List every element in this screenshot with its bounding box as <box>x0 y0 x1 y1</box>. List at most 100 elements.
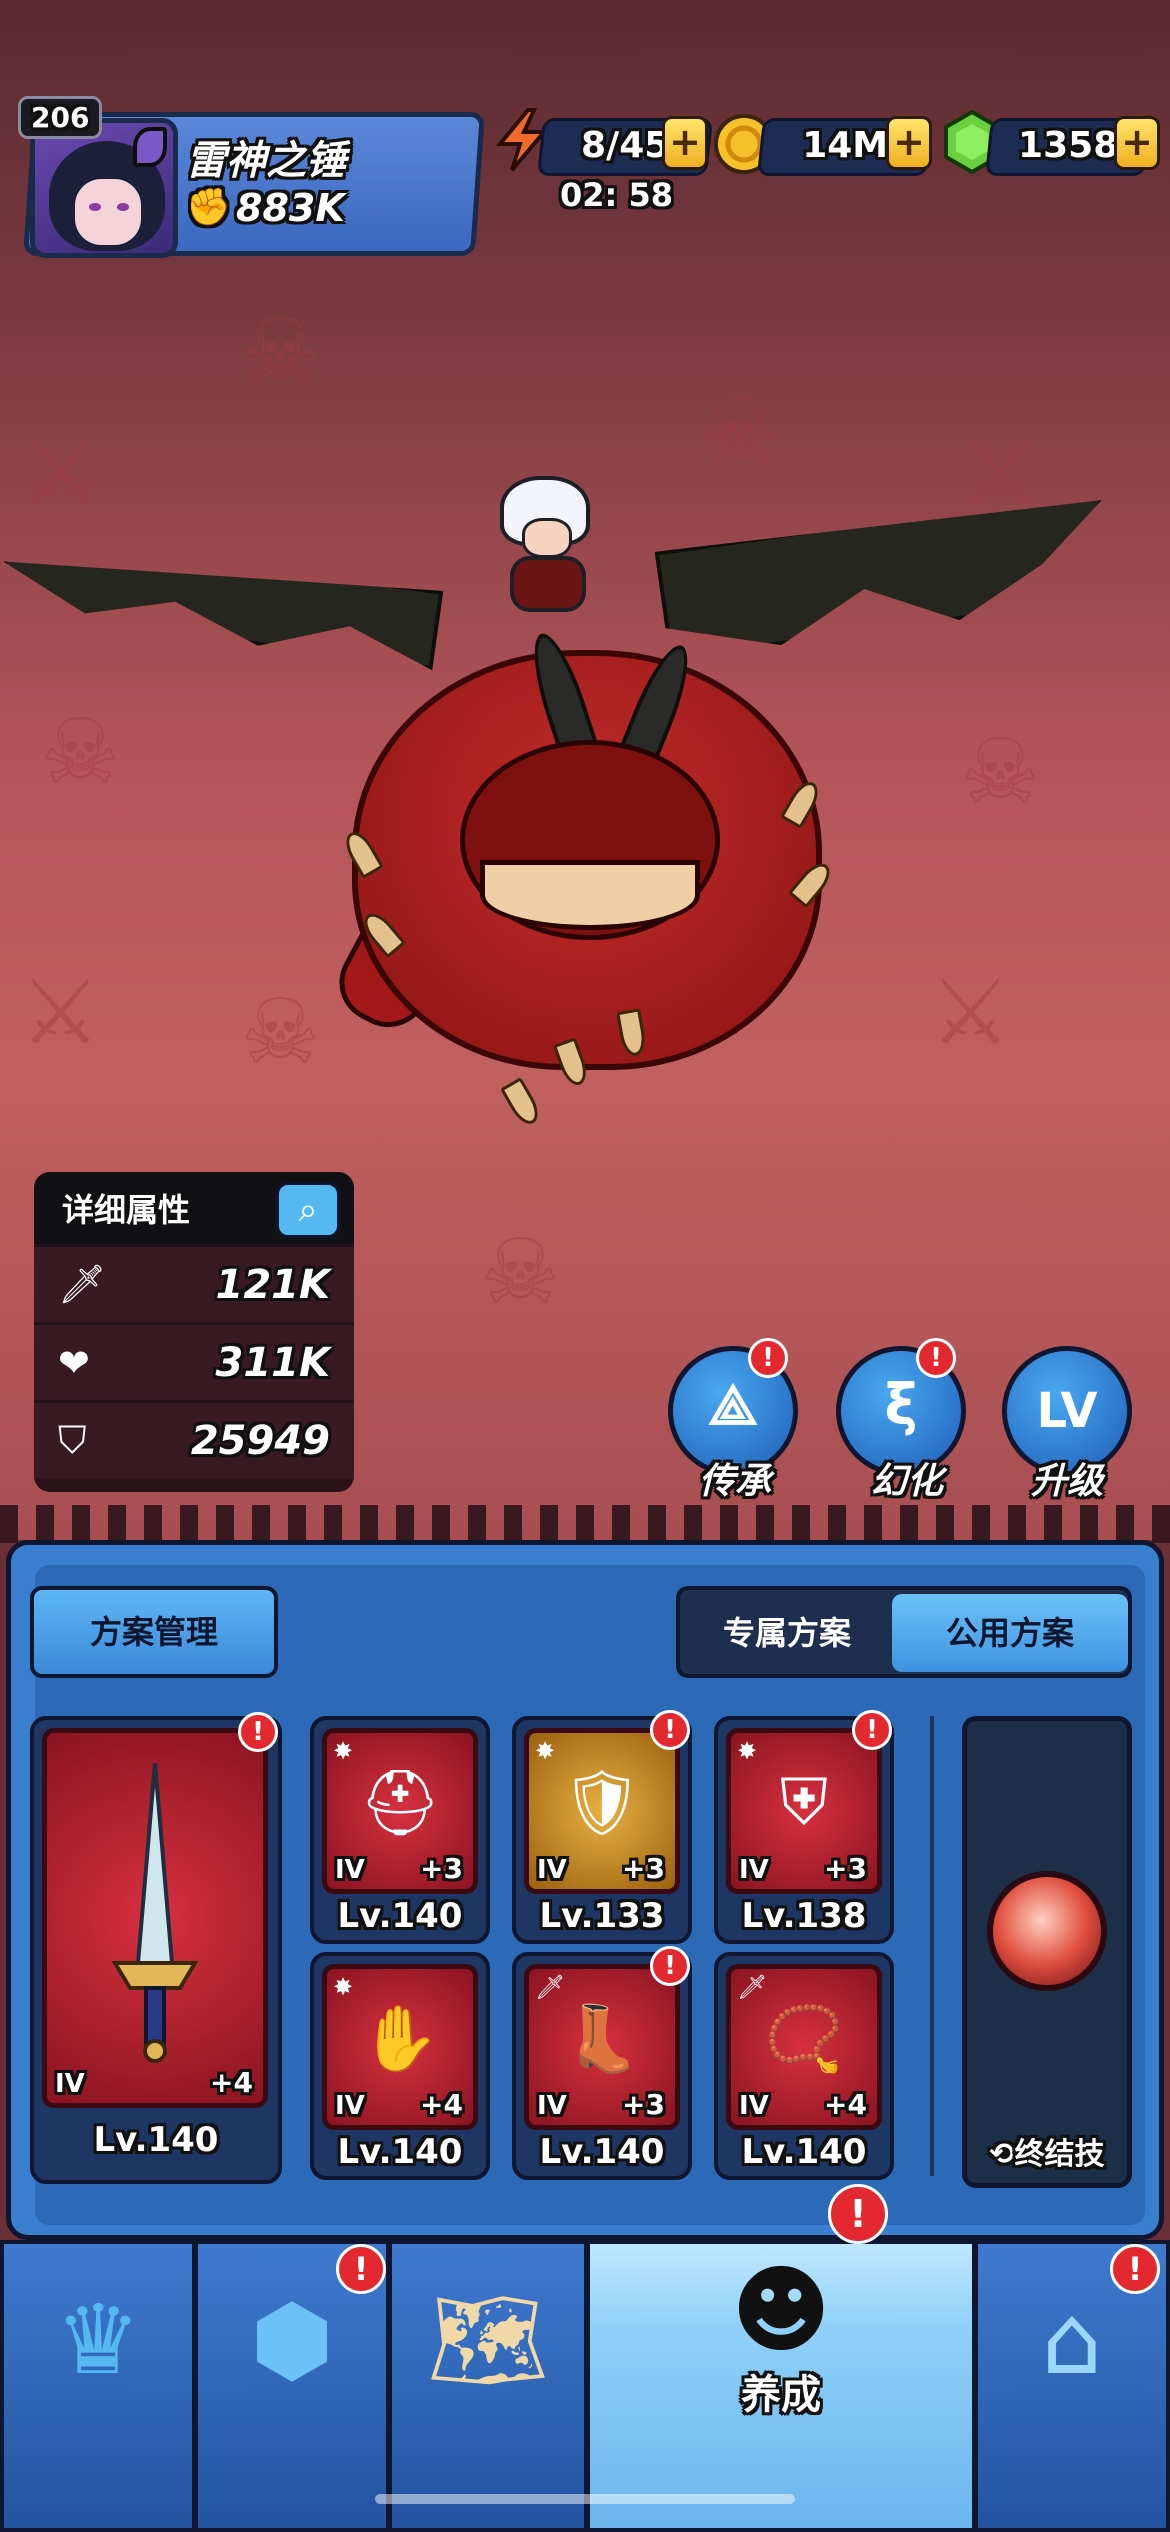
armor-alert-badge: ! <box>650 1710 690 1750</box>
dragon-head-icon: ξ <box>884 1373 918 1438</box>
boots-tier: IV <box>537 2091 567 2121</box>
boots-enhance: +3 <box>622 2088 665 2121</box>
swap-icon: ⟲ <box>989 2137 1015 2172</box>
energy-timer: 02: 58 <box>560 176 673 214</box>
panel-separator <box>930 1716 934 2176</box>
gear-badge-icon: ✸ <box>535 1737 556 1765</box>
chest-tier: IV <box>739 1855 769 1885</box>
shop-alert-badge: ! <box>1110 2244 1160 2294</box>
inherit-icon: ⟁ <box>708 1373 758 1438</box>
tab-exclusive-loadout[interactable]: 专属方案 <box>684 1594 890 1672</box>
attack-stat-row: 🗡 121K <box>34 1244 354 1322</box>
gloves-item: ✸ ✋ IV +4 <box>322 1964 478 2130</box>
shield-icon: ⛉ <box>58 1418 87 1462</box>
player-level-badge: 206 <box>18 96 103 139</box>
tab-shared-loadout[interactable]: 公用方案 <box>892 1594 1128 1672</box>
weapon-enhance: +4 <box>210 2066 253 2099</box>
ultimate-skill-slot[interactable]: ⟲终结技 <box>962 1716 1132 2188</box>
sword-badge-icon: 🗡 <box>535 1973 566 2001</box>
nav-tab-cultivate-label: 养成 <box>741 2372 821 2418</box>
home-indicator[interactable] <box>375 2494 795 2504</box>
stats-search-button[interactable]: ⌕ <box>276 1182 340 1238</box>
gloves-level: Lv.140 <box>337 2132 463 2172</box>
magnifier-icon: ⌕ <box>298 1190 318 1230</box>
treasure-map-icon: 🗺 <box>427 2284 549 2396</box>
power-fist-icon: ✊ <box>186 187 231 228</box>
hp-stat-row: ❤ 311K <box>34 1322 354 1400</box>
necklace-level: Lv.140 <box>741 2132 867 2172</box>
weapon-item: IV +4 <box>42 1728 268 2108</box>
necklace-tier: IV <box>739 2091 769 2121</box>
skull-watermark-icon: ☠ <box>240 300 321 405</box>
equipment-slot-armor[interactable]: ✸ 🛡 IV +3 Lv.133 <box>512 1716 692 1944</box>
nav-tab-map[interactable]: 🗺 <box>388 2240 588 2532</box>
weapon-alert-badge: ! <box>238 1712 278 1752</box>
ultimate-orb-icon <box>987 1871 1107 1991</box>
chest-item: ✸ ⛨ IV +3 <box>726 1728 882 1894</box>
necklace-item: 🗡 📿 IV +4 <box>726 1964 882 2130</box>
skills-alert-badge: ! <box>336 2244 386 2294</box>
chestplate-icon: ⛨ <box>780 1766 828 1841</box>
crown-icon: ♛ <box>54 2284 142 2396</box>
sword-watermark-icon: ⚔ <box>930 960 1011 1065</box>
loadout-tabs: 专属方案 公用方案 <box>676 1586 1132 1678</box>
equipment-slot-boots[interactable]: 🗡 👢 IV +3 Lv.140 <box>512 1952 692 2180</box>
sword-icon: 🗡 <box>58 1262 107 1306</box>
gauntlet-icon: ✋ <box>360 2002 440 2077</box>
equipment-slot-helmet[interactable]: ✸ ⛑ IV +3 Lv.140 <box>310 1716 490 1944</box>
gem-add-button[interactable]: + <box>1114 116 1160 170</box>
player-avatar[interactable] <box>30 118 178 258</box>
skull-watermark-icon: ☠ <box>960 720 1041 825</box>
gear-badge-icon: ✸ <box>333 1973 354 2001</box>
inherit-label: 传承 <box>698 1461 771 1502</box>
weapon-tier: IV <box>55 2069 85 2099</box>
chest-level: Lv.138 <box>741 1896 867 1936</box>
necklace-enhance: +4 <box>824 2088 867 2121</box>
armor-tier: IV <box>537 1855 567 1885</box>
cultivate-alert-badge: ! <box>828 2184 888 2244</box>
nav-tab-crown[interactable]: ♛ <box>0 2240 196 2532</box>
sword-badge-icon: 🗡 <box>737 1973 768 2001</box>
loadout-manage-button[interactable]: 方案管理 <box>30 1586 278 1678</box>
hero-rider <box>492 470 602 620</box>
combat-power-value: 883K <box>236 186 345 230</box>
sword-watermark-icon: ⚔ <box>20 420 101 525</box>
defense-value: 25949 <box>190 1417 330 1464</box>
skull-watermark-icon: ☠ <box>240 980 321 1085</box>
helmet-enhance: +3 <box>420 1852 463 1885</box>
armor-level: Lv.133 <box>539 1896 665 1936</box>
chest-alert-badge: ! <box>852 1710 892 1750</box>
gold-add-button[interactable]: + <box>886 116 932 170</box>
transform-alert-badge: ! <box>916 1338 956 1378</box>
equipment-slot-chest[interactable]: ✸ ⛨ IV +3 Lv.138 <box>714 1716 894 1944</box>
armor-icon: 🛡 <box>561 1766 643 1841</box>
skull-watermark-icon: ☠ <box>480 1220 561 1325</box>
helmet-tier: IV <box>335 1855 365 1885</box>
transform-label: 幻化 <box>870 1461 943 1502</box>
weapon-slot[interactable]: IV +4 Lv.140 <box>30 1716 282 2184</box>
stats-title: 详细属性 <box>62 1191 191 1229</box>
shadow-companion-icon: ☻ <box>730 2254 832 2366</box>
bottom-navigation: ♛ ⬢ 🗺 ☻ 养成 ⌂ <box>0 2240 1170 2532</box>
equipment-slot-gloves[interactable]: ✸ ✋ IV +4 Lv.140 <box>310 1952 490 2180</box>
ultimate-label-text: 终结技 <box>1014 2137 1105 2172</box>
hp-value: 311K <box>215 1339 331 1386</box>
armor-enhance: +3 <box>622 1852 665 1885</box>
boots-alert-badge: ! <box>650 1946 690 1986</box>
skull-watermark-icon: ☠ <box>700 380 781 485</box>
nav-tab-cultivate[interactable]: ☻ 养成 <box>586 2240 976 2532</box>
helmet-level: Lv.140 <box>337 1896 463 1936</box>
helmet-icon: ⛑ <box>359 1766 441 1841</box>
boots-icon: 👢 <box>562 2002 642 2077</box>
armor-item: ✸ 🛡 IV +3 <box>524 1728 680 1894</box>
inherit-alert-badge: ! <box>748 1338 788 1378</box>
shop-house-icon: ⌂ <box>1041 2284 1103 2396</box>
gear-badge-icon: ✸ <box>333 1737 354 1765</box>
equipment-slot-necklace[interactable]: 🗡 📿 IV +4 Lv.140 <box>714 1952 894 2180</box>
skull-watermark-icon: ☠ <box>40 700 121 805</box>
helmet-item: ✸ ⛑ IV +3 <box>322 1728 478 1894</box>
energy-add-button[interactable]: + <box>662 116 708 170</box>
weapon-level: Lv.140 <box>93 2120 219 2160</box>
gloves-enhance: +4 <box>420 2088 463 2121</box>
detailed-stats-panel: 详细属性 ⌕ 🗡 121K ❤ 311K ⛉ 25949 <box>34 1172 354 1492</box>
